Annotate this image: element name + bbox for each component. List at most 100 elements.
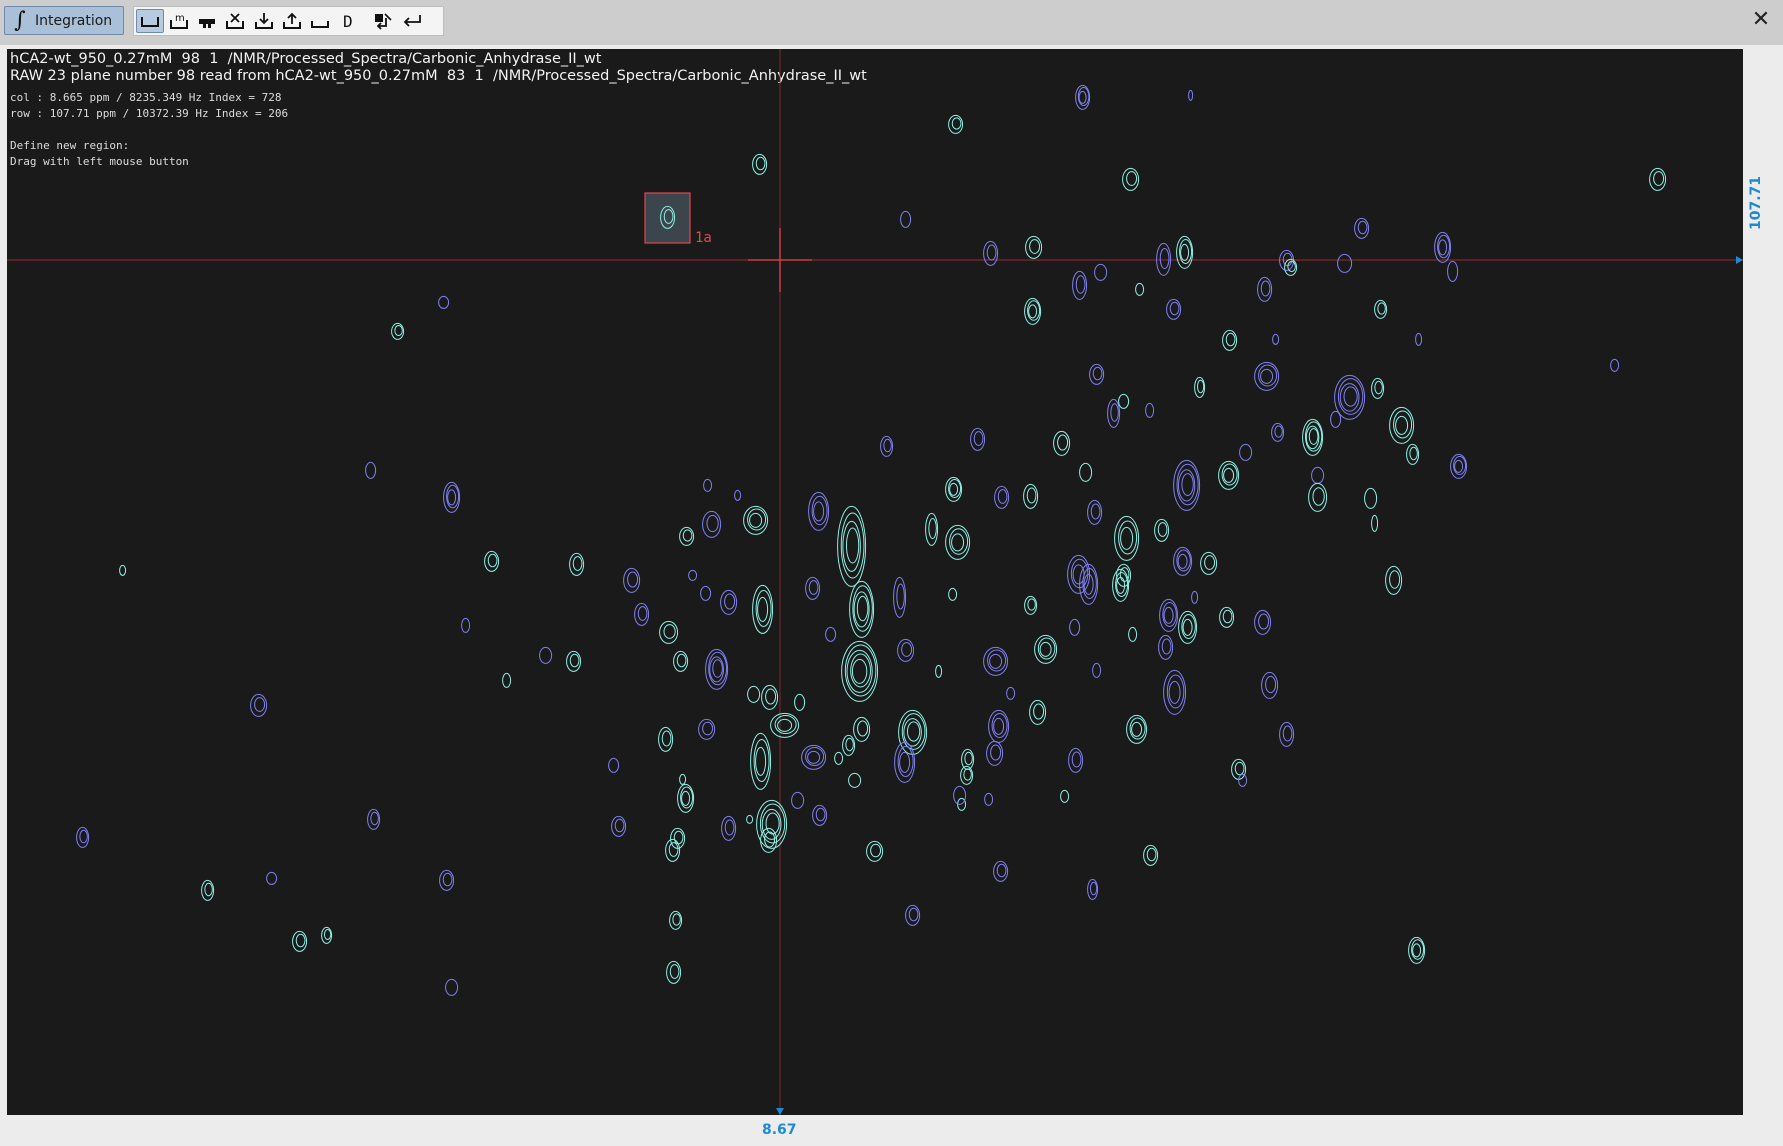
peak-contour bbox=[948, 587, 958, 601]
peak-contour bbox=[1079, 563, 1099, 605]
peak-contour bbox=[1447, 260, 1459, 282]
peak-contour bbox=[703, 478, 713, 492]
peak-contour bbox=[1311, 466, 1325, 484]
peak-contour bbox=[894, 741, 916, 783]
d-icon[interactable]: D bbox=[335, 9, 363, 33]
peak-contour bbox=[391, 322, 405, 340]
peak-contour bbox=[720, 589, 738, 615]
region-label: 1a bbox=[695, 230, 712, 246]
peak-contour bbox=[1122, 167, 1140, 191]
peak-contour bbox=[897, 638, 915, 662]
peak-contour bbox=[1145, 402, 1155, 418]
peak-contour bbox=[1330, 410, 1342, 428]
peak-contour bbox=[1075, 84, 1091, 110]
close-icon[interactable]: ✕ bbox=[1750, 9, 1772, 31]
baseline-icon[interactable] bbox=[306, 9, 334, 33]
toolbar: ∫ Integration m D ✕ bbox=[0, 0, 1783, 46]
peak-contour bbox=[679, 526, 695, 546]
peak-contour bbox=[1191, 590, 1199, 604]
peak-contour bbox=[611, 815, 627, 837]
peak-contour bbox=[1200, 551, 1218, 575]
peak-contour bbox=[1374, 299, 1388, 319]
import-icon[interactable] bbox=[250, 9, 278, 33]
peak-contour bbox=[837, 505, 867, 587]
peak-contour bbox=[634, 602, 650, 626]
y-cursor-value: 107.71 bbox=[1748, 175, 1764, 230]
y-cursor-marker bbox=[1736, 256, 1743, 264]
integration-mode-button[interactable]: ∫ Integration bbox=[4, 6, 124, 35]
stamp-icon[interactable] bbox=[193, 9, 221, 33]
peak-contour bbox=[1029, 699, 1047, 725]
spectrum-canvas[interactable]: hCA2-wt_950_0.27mM 98 1 /NMR/Processed_S… bbox=[7, 49, 1743, 1115]
region-icon[interactable] bbox=[136, 9, 164, 33]
peak-contour bbox=[1025, 235, 1043, 259]
peak-contour bbox=[1434, 231, 1452, 263]
peak-contour bbox=[623, 567, 641, 593]
peak-contour bbox=[1163, 669, 1187, 715]
integral-icon: ∫ bbox=[14, 7, 26, 33]
peak-contour bbox=[905, 904, 921, 926]
peak-contour bbox=[1089, 363, 1105, 385]
peak-contour bbox=[76, 826, 90, 848]
peak-contour bbox=[960, 765, 974, 785]
peak-contour bbox=[539, 646, 553, 664]
export-icon[interactable] bbox=[278, 9, 306, 33]
peak-contour bbox=[1271, 422, 1285, 442]
peak-contour bbox=[761, 684, 779, 710]
peak-contour bbox=[994, 485, 1010, 509]
peak-contour bbox=[438, 295, 450, 309]
peak-contour bbox=[925, 512, 939, 546]
peak-contour bbox=[900, 210, 912, 228]
peak-contour bbox=[834, 751, 844, 765]
peak-contour bbox=[794, 693, 806, 711]
peak-contour bbox=[1128, 626, 1138, 642]
peak-contour bbox=[1023, 483, 1039, 509]
manual-region-icon[interactable]: m bbox=[165, 9, 193, 33]
peak-contour bbox=[566, 650, 582, 672]
peak-contour bbox=[1239, 443, 1253, 461]
peak-contour bbox=[1284, 258, 1298, 276]
peak-contour bbox=[461, 617, 471, 633]
peak-contour bbox=[1238, 773, 1248, 787]
apply-icon[interactable] bbox=[370, 9, 398, 33]
x-cursor-marker bbox=[776, 1108, 784, 1115]
peak-contour bbox=[1178, 610, 1198, 644]
peak-contour bbox=[805, 576, 821, 600]
peak-contour bbox=[1158, 634, 1174, 660]
peak-contour bbox=[1176, 235, 1194, 269]
peak-contour bbox=[1406, 443, 1420, 465]
peak-contour bbox=[1173, 459, 1201, 511]
peak-contour bbox=[945, 524, 971, 560]
peak-contour bbox=[1094, 263, 1108, 281]
peak-contour bbox=[1649, 167, 1667, 191]
peak-contour bbox=[791, 791, 805, 809]
peak-contour bbox=[986, 740, 1004, 766]
peak-contour bbox=[1279, 721, 1295, 747]
peak-contour bbox=[266, 871, 278, 885]
peak-contour bbox=[746, 814, 754, 824]
peak-contour bbox=[880, 435, 894, 457]
delete-region-icon[interactable] bbox=[221, 9, 249, 33]
peak-contour bbox=[1079, 462, 1093, 482]
peak-contour bbox=[825, 626, 837, 642]
peak-contour bbox=[292, 930, 308, 952]
peak-contours bbox=[7, 49, 1743, 1115]
integration-tools: m D bbox=[133, 6, 444, 36]
peak-contour bbox=[1337, 253, 1353, 273]
peak-contour bbox=[1308, 482, 1328, 512]
return-icon[interactable] bbox=[398, 9, 426, 33]
peak-contour bbox=[1154, 518, 1170, 542]
peak-contour bbox=[988, 709, 1010, 743]
peak-contour bbox=[1257, 276, 1273, 302]
peak-contour bbox=[367, 808, 381, 830]
peak-contour bbox=[673, 650, 689, 672]
peak-contour bbox=[250, 693, 268, 717]
peak-contour bbox=[1143, 844, 1159, 866]
svg-text:D: D bbox=[343, 12, 353, 30]
peak-contour bbox=[983, 240, 999, 266]
peak-contour bbox=[1135, 282, 1145, 296]
peak-contour bbox=[658, 726, 674, 752]
peak-contour bbox=[1194, 376, 1206, 398]
peak-contour bbox=[1072, 270, 1088, 300]
peak-contour bbox=[1126, 714, 1148, 744]
